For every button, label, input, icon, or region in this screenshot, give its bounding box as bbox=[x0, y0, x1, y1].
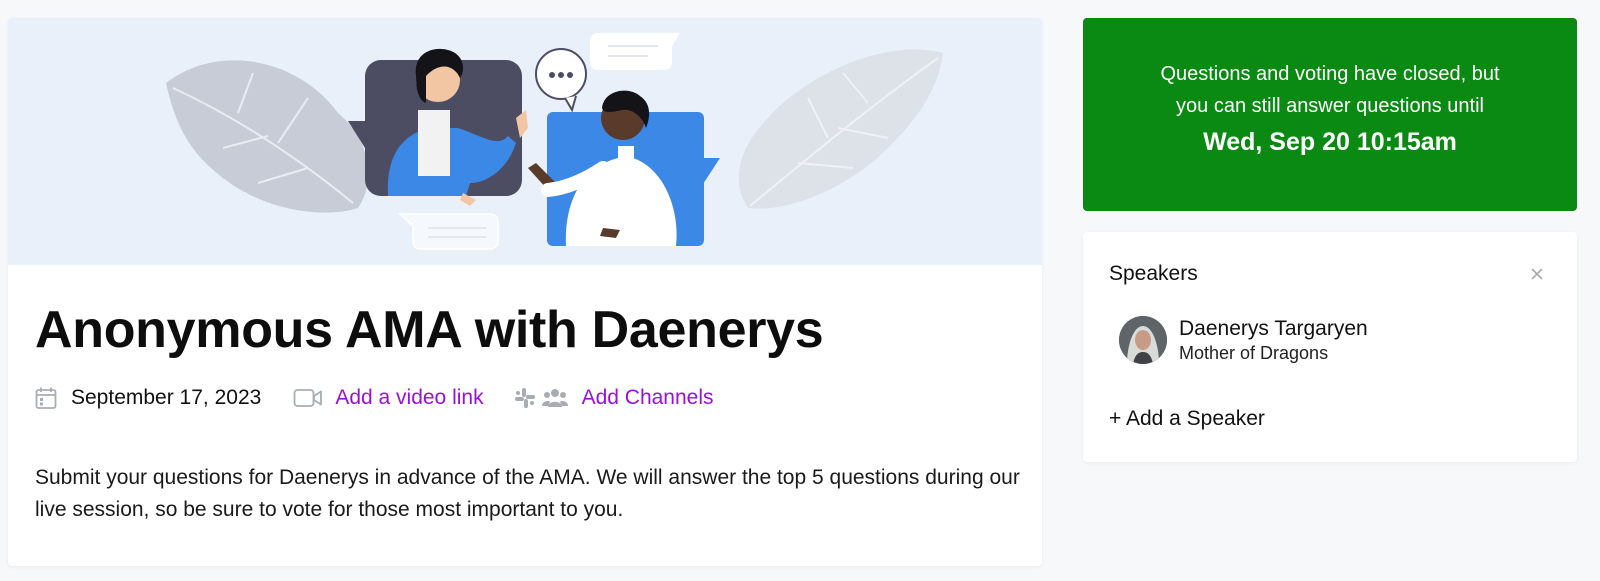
speaker-item[interactable]: Daenerys Targaryen Mother of Dragons bbox=[1119, 316, 1368, 364]
speaker-role: Mother of Dragons bbox=[1179, 343, 1329, 363]
add-speaker-button[interactable]: + Add a Speaker bbox=[1109, 407, 1265, 431]
event-meta-row: September 17, 2023 Add a video link Add … bbox=[35, 382, 714, 414]
status-message-line-2: you can still answer questions until bbox=[1176, 95, 1484, 117]
video-camera-icon bbox=[293, 387, 323, 409]
calendar-icon bbox=[35, 386, 57, 410]
speaker-info: Daenerys Targaryen Mother of Dragons bbox=[1179, 316, 1368, 364]
speaker-name: Daenerys Targaryen bbox=[1179, 317, 1368, 340]
event-card: Anonymous AMA with Daenerys September 17… bbox=[8, 18, 1042, 566]
ama-illustration bbox=[166, 33, 943, 250]
event-date[interactable]: September 17, 2023 bbox=[71, 386, 261, 410]
hero-illustration bbox=[8, 18, 1042, 265]
answer-deadline: Wed, Sep 20 10:15am bbox=[1203, 128, 1457, 156]
groups-icon bbox=[541, 387, 568, 409]
channel-icons bbox=[514, 387, 568, 409]
slack-icon bbox=[514, 387, 536, 409]
speaker-avatar bbox=[1119, 316, 1167, 364]
voting-closed-banner: Questions and voting have closed, but yo… bbox=[1083, 18, 1577, 211]
event-description: Submit your questions for Daenerys in ad… bbox=[35, 466, 1020, 521]
status-message-line-1: Questions and voting have closed, but bbox=[1160, 63, 1500, 85]
speakers-heading: Speakers bbox=[1109, 262, 1198, 285]
add-video-link[interactable]: Add a video link bbox=[335, 386, 483, 410]
close-icon[interactable] bbox=[1529, 266, 1545, 282]
event-title: Anonymous AMA with Daenerys bbox=[35, 301, 824, 359]
add-channels-link[interactable]: Add Channels bbox=[582, 386, 714, 410]
speakers-panel: Speakers Daenerys Targaryen Mother of Dr… bbox=[1083, 232, 1577, 462]
